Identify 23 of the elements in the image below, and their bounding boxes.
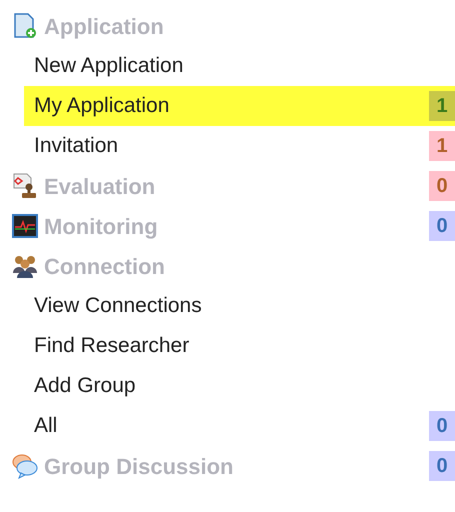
count-badge: 1: [429, 131, 455, 161]
section-heading: Group Discussion: [44, 452, 234, 481]
people-icon: [12, 253, 38, 279]
menu-item[interactable]: All 0: [24, 406, 455, 446]
count-badge: 0: [429, 451, 455, 481]
heartbeat-monitor-icon: [12, 213, 38, 239]
stamp-icon: [12, 173, 38, 199]
menu-item[interactable]: New Application: [24, 46, 455, 86]
menu-item[interactable]: My Application 1: [24, 86, 455, 126]
section-heading: Monitoring: [44, 212, 159, 241]
menu-item[interactable]: Add Group: [24, 366, 455, 406]
section-heading: Evaluation: [44, 172, 156, 200]
document-add-icon: [12, 13, 38, 39]
count-badge: 0: [429, 411, 455, 441]
count-badge: 0: [429, 211, 455, 241]
count-badge: 0: [429, 171, 455, 201]
section-heading: Connection: [44, 252, 166, 280]
count-badge: 1: [429, 91, 455, 121]
menu-item[interactable]: Find Researcher: [24, 326, 455, 366]
menu-item[interactable]: View Connections: [24, 286, 455, 326]
section-heading: Application: [44, 12, 165, 41]
menu-item[interactable]: Invitation 1: [24, 126, 455, 166]
chat-bubbles-icon: [12, 453, 38, 479]
